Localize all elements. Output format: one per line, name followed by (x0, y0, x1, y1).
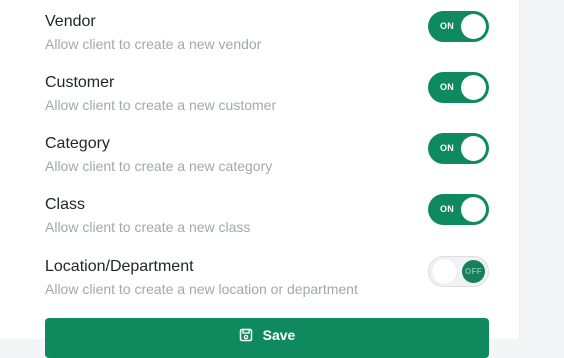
setting-title: Vendor (45, 13, 96, 30)
setting-description: Allow client to create a new class (45, 219, 251, 235)
save-button-label: Save (262, 327, 296, 343)
save-button[interactable]: Save (45, 318, 489, 358)
settings-card: Vendor Allow client to create a new vend… (0, 0, 520, 358)
setting-description: Allow client to create a new vendor (45, 36, 262, 52)
setting-description: Allow client to create a new customer (45, 97, 277, 113)
setting-row-customer: Customer Allow client to create a new cu… (45, 72, 489, 124)
setting-row-class: Class Allow client to create a new class… (45, 194, 489, 246)
setting-row-vendor: Vendor Allow client to create a new vend… (45, 11, 489, 63)
toggle-knob (461, 197, 486, 222)
toggle-state-label: ON (440, 82, 455, 92)
save-icon (239, 328, 252, 342)
category-toggle[interactable]: ON (428, 133, 489, 164)
toggle-state-label: ON (440, 204, 455, 214)
location-department-toggle[interactable]: OFF (428, 256, 489, 287)
setting-title: Category (45, 135, 110, 152)
setting-description: Allow client to create a new location or… (45, 281, 358, 297)
setting-row-category: Category Allow client to create a new ca… (45, 133, 489, 185)
toggle-knob (432, 259, 457, 284)
toggle-knob (461, 136, 486, 161)
toggle-state-label: ON (440, 143, 455, 153)
setting-title: Location/Department (45, 258, 194, 275)
toggle-knob (461, 14, 486, 39)
toggle-state-label: ON (440, 21, 455, 31)
toggle-state-label: OFF (462, 260, 485, 283)
setting-title: Class (45, 196, 86, 213)
customer-toggle[interactable]: ON (428, 72, 489, 103)
class-toggle[interactable]: ON (428, 194, 489, 225)
vendor-toggle[interactable]: ON (428, 11, 489, 42)
toggle-knob (461, 75, 486, 100)
setting-description: Allow client to create a new category (45, 158, 273, 174)
setting-title: Customer (45, 74, 115, 91)
setting-row-location-department: Location/Department Allow client to crea… (45, 256, 489, 308)
